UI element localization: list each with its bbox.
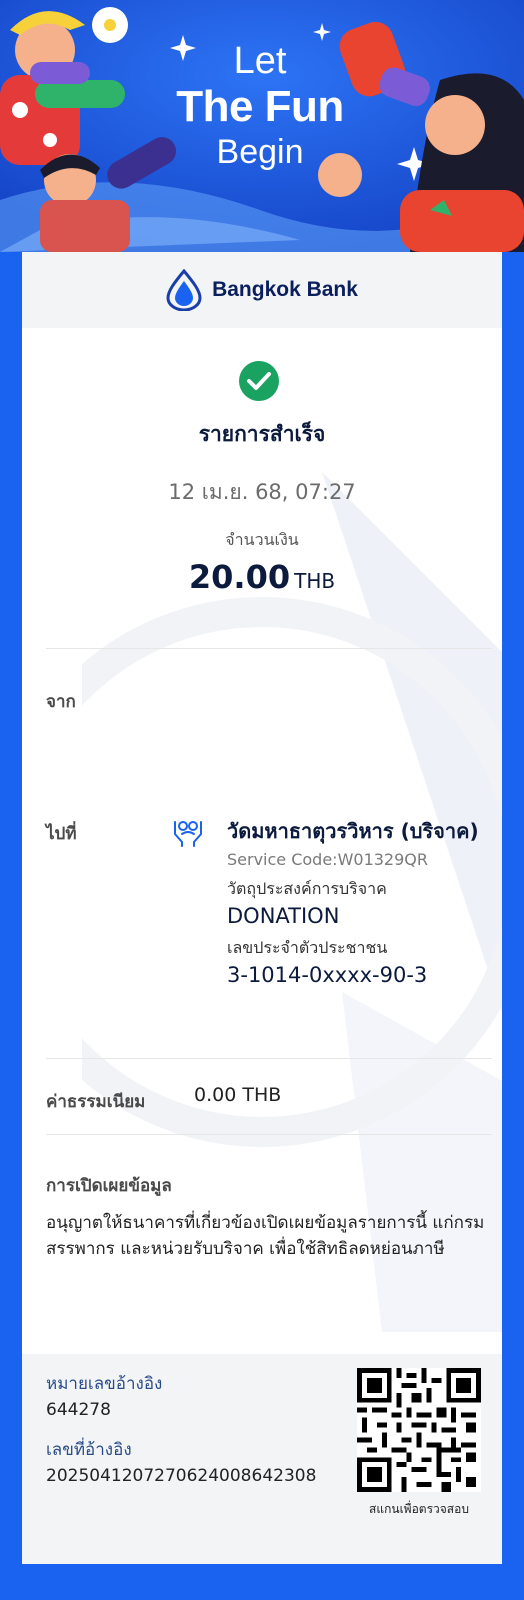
disclosure-text: อนุญาตให้ธนาคารที่เกี่ยวข้องเปิดเผยข้อมู… bbox=[46, 1213, 485, 1259]
purpose-value: DONATION bbox=[227, 904, 340, 928]
reference-footer: หมายเลขอ้างอิง 644278 เลขที่อ้างอิง 2025… bbox=[22, 1354, 502, 1564]
transaction-reference-value: 2025041207270624008642308 bbox=[46, 1466, 317, 1486]
transaction-reference-label: เลขที่อ้างอิง bbox=[46, 1440, 132, 1460]
qr-caption: สแกนเพื่อตรวจสอบ bbox=[369, 1502, 469, 1516]
bank-header: Bangkok Bank bbox=[22, 252, 502, 328]
service-code: Service Code:W01329QR bbox=[227, 850, 428, 869]
fee-value: 0.00 THB bbox=[194, 1084, 282, 1106]
success-check-icon bbox=[239, 361, 279, 401]
disclosure-label: การเปิดเผยข้อมูล bbox=[46, 1176, 172, 1196]
divider bbox=[46, 648, 492, 649]
amount-currency: THB bbox=[294, 569, 336, 593]
recipient-details: วัดมหาธาตุวรวิหาร (บริจาค) Service Code:… bbox=[227, 816, 487, 987]
recipient-name: วัดมหาธาตุวรวิหาร (บริจาค) bbox=[227, 819, 479, 843]
fee-label: ค่าธรรมเนียม bbox=[46, 1092, 146, 1112]
citizen-id-value: 3-1014-0xxxx-90-3 bbox=[227, 963, 428, 987]
donation-hands-icon bbox=[174, 821, 202, 847]
banner-line-1: Let bbox=[233, 40, 287, 82]
transaction-datetime: 12 เม.ย. 68, 07:27 bbox=[168, 480, 356, 504]
reference-number-value: 644278 bbox=[46, 1400, 111, 1420]
from-label: จาก bbox=[46, 692, 76, 712]
amount-label: จำนวนเงิน bbox=[225, 530, 299, 549]
receipt-card: Bangkok Bank รายการสำเร็จ 12 เม.ย. 68, 0… bbox=[22, 252, 502, 1564]
bangkok-bank-logo-icon bbox=[166, 269, 202, 311]
banner-title: Let The Fun Begin bbox=[140, 40, 380, 172]
songkran-banner: Let The Fun Begin bbox=[0, 0, 524, 252]
amount-value: 20.00 bbox=[188, 558, 291, 596]
purpose-label: วัตถุประสงค์การบริจาค bbox=[227, 879, 387, 898]
divider bbox=[46, 1134, 492, 1135]
to-label: ไปที่ bbox=[46, 824, 77, 844]
divider bbox=[46, 1058, 492, 1059]
amount: 20.00 THB bbox=[22, 558, 502, 596]
banner-line-2: The Fun bbox=[176, 82, 344, 131]
verification-qr-code[interactable] bbox=[357, 1368, 481, 1492]
status-label: รายการสำเร็จ bbox=[198, 422, 326, 446]
bank-name: Bangkok Bank bbox=[212, 278, 358, 301]
banner-line-3: Begin bbox=[216, 133, 304, 171]
reference-number-label: หมายเลขอ้างอิง bbox=[46, 1374, 163, 1394]
citizen-id-label: เลขประจำตัวประชาชน bbox=[227, 938, 388, 957]
